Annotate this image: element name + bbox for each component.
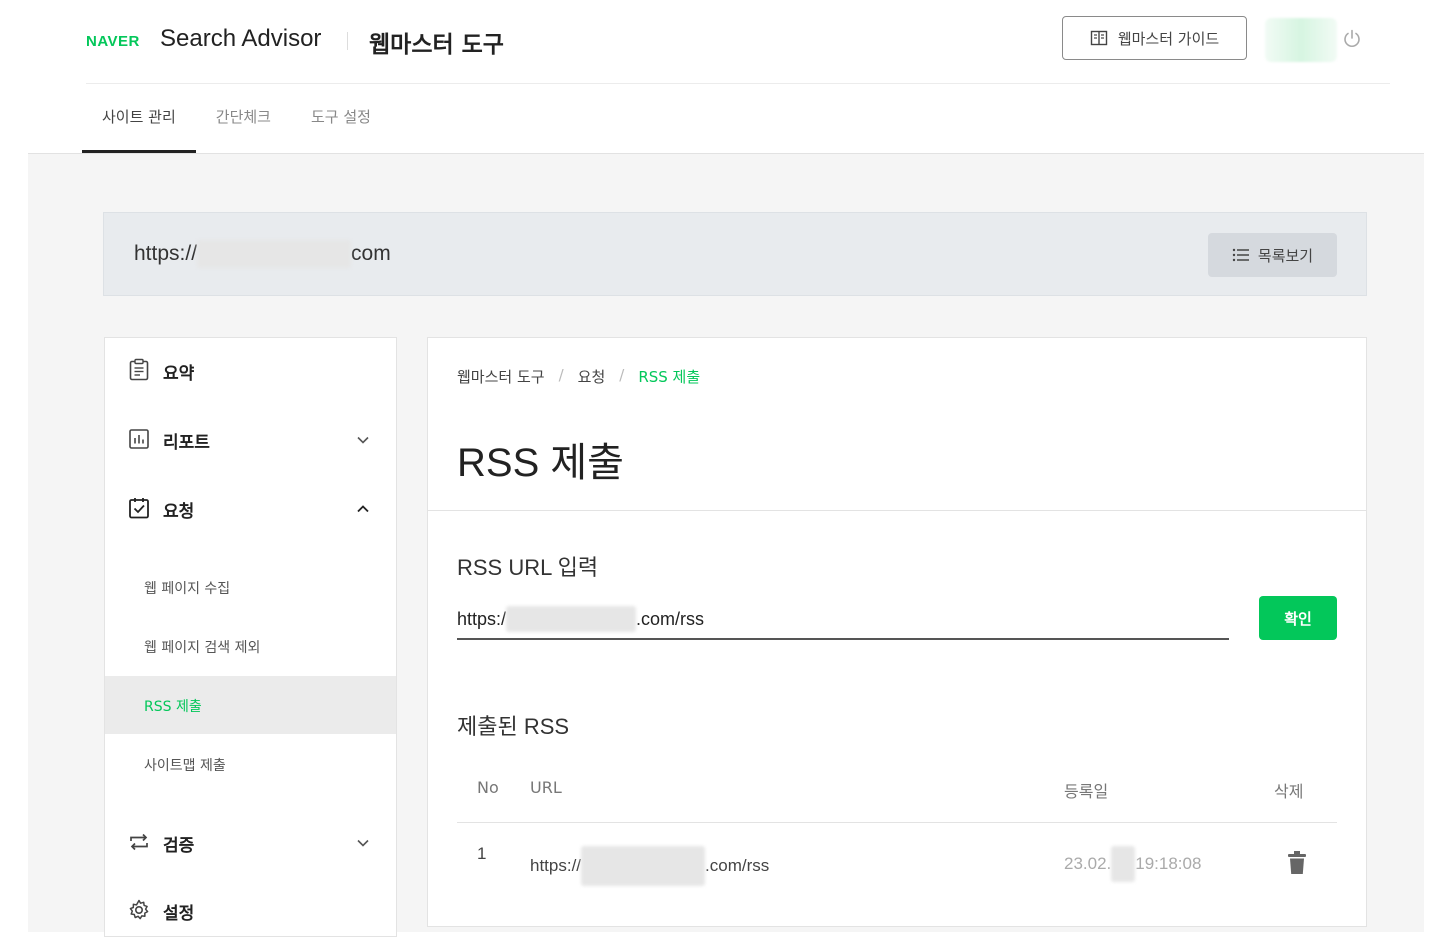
site-bar: https:// com 목록보기 (103, 212, 1367, 296)
list-icon (1232, 248, 1249, 262)
sidebar-item-label: 리포트 (163, 433, 210, 453)
book-icon (1090, 30, 1108, 46)
breadcrumb-separator: / (558, 366, 564, 384)
header: NAVER Search Advisor 웹마스터 도구 웹마스터 가이드 (86, 0, 1390, 84)
trash-icon[interactable] (1286, 850, 1308, 876)
row-url: https:// .com/rss (530, 846, 769, 886)
guide-label: 웹마스터 가이드 (1117, 29, 1220, 48)
sidebar: 요약 리포트 요청 웹 페이지 수집 웹 페이지 검색 제외 RSS 제출 사이… (104, 337, 397, 937)
column-header-url: URL (530, 778, 562, 797)
sidebar-item-label: 검증 (163, 836, 195, 856)
submitted-rss-heading: 제출된 RSS (457, 714, 570, 739)
rss-url-suffix: .com/rss (636, 608, 705, 629)
redacted-domain (197, 240, 352, 268)
breadcrumb: 웹마스터 도구 / 요청 / RSS 제출 (457, 366, 700, 387)
row-date-suffix: 19:18:08 (1135, 854, 1202, 873)
section-divider (428, 510, 1366, 511)
product-name[interactable]: Search Advisor (160, 25, 321, 53)
site-url-suffix: com (351, 242, 391, 265)
tab-bar: 사이트 관리 간단체크 도구 설정 (82, 83, 391, 153)
sidebar-item-summary[interactable]: 요약 (105, 346, 396, 396)
sidebar-item-label: 요청 (163, 502, 195, 522)
sidebar-item-settings[interactable]: 설정 (105, 886, 396, 936)
main-panel: 웹마스터 도구 / 요청 / RSS 제출 RSS 제출 RSS URL 입력 … (427, 337, 1367, 927)
tab-site-management[interactable]: 사이트 관리 (82, 83, 196, 153)
sidebar-subitem-label: 웹 페이지 검색 제외 (144, 640, 261, 656)
list-view-button[interactable]: 목록보기 (1208, 233, 1337, 277)
sidebar-item-verify[interactable]: 검증 (105, 818, 396, 868)
row-no: 1 (477, 844, 487, 863)
sidebar-subitem-label: RSS 제출 (144, 699, 202, 715)
table-row: 1 https:// .com/rss 23.02. 19:18:08 (457, 836, 1337, 892)
column-header-delete: 삭제 (1274, 782, 1304, 801)
sidebar-subitem-sitemap-submit[interactable]: 사이트맵 제출 (105, 735, 396, 793)
breadcrumb-item[interactable]: 요청 (578, 366, 606, 387)
site-url: https:// com (134, 240, 391, 268)
row-date: 23.02. 19:18:08 (1064, 846, 1201, 882)
sidebar-item-label: 설정 (163, 904, 195, 924)
rss-input-heading: RSS URL 입력 (457, 555, 599, 580)
tool-title[interactable]: 웹마스터 도구 (369, 25, 504, 59)
tab-tool-settings[interactable]: 도구 설정 (291, 83, 391, 153)
sidebar-subitem-web-page-exclude[interactable]: 웹 페이지 검색 제외 (105, 617, 396, 675)
document-icon (129, 358, 149, 381)
gear-icon (129, 899, 149, 920)
report-chart-icon (129, 429, 149, 449)
confirm-button[interactable]: 확인 (1259, 596, 1337, 640)
webmaster-guide-button[interactable]: 웹마스터 가이드 (1062, 16, 1247, 60)
rss-url-prefix: https:/ (457, 608, 507, 629)
chevron-down-icon[interactable] (355, 432, 371, 448)
breadcrumb-item[interactable]: 웹마스터 도구 (457, 366, 545, 387)
sidebar-item-request[interactable]: 요청 (105, 484, 396, 534)
breadcrumb-current: RSS 제출 (638, 368, 701, 386)
sidebar-subitem-rss-submit[interactable]: RSS 제출 (105, 676, 396, 734)
header-divider (347, 32, 348, 50)
repeat-icon (130, 833, 148, 851)
row-url-prefix: https:// (530, 856, 582, 875)
sidebar-subitem-web-page-collect[interactable]: 웹 페이지 수집 (105, 558, 396, 616)
sidebar-item-report[interactable]: 리포트 (105, 415, 396, 465)
row-url-suffix: .com/rss (705, 856, 770, 875)
page-title: RSS 제출 (457, 441, 624, 485)
breadcrumb-separator: / (619, 366, 625, 384)
power-icon[interactable] (1341, 28, 1363, 50)
redacted-domain (581, 846, 706, 886)
column-header-no: No (477, 778, 499, 797)
redacted-date (1111, 846, 1136, 882)
tab-quick-check[interactable]: 간단체크 (196, 83, 291, 153)
site-url-prefix: https:// (134, 242, 198, 265)
row-date-prefix: 23.02. (1064, 854, 1112, 873)
chevron-up-icon[interactable] (355, 501, 371, 517)
sidebar-item-label: 요약 (163, 364, 195, 384)
sidebar-subitem-label: 사이트맵 제출 (144, 758, 226, 774)
column-header-date: 등록일 (1064, 782, 1109, 801)
checkbox-clipboard-icon (129, 498, 149, 519)
chevron-down-icon[interactable] (355, 835, 371, 851)
list-view-label: 목록보기 (1257, 246, 1314, 265)
rss-url-input[interactable]: https:/ .com/rss (457, 600, 1229, 640)
table-header: No URL 등록일 삭제 (457, 770, 1337, 823)
redacted-domain (506, 606, 637, 632)
avatar[interactable] (1265, 18, 1337, 62)
sidebar-subitem-label: 웹 페이지 수집 (144, 581, 231, 597)
naver-logo[interactable]: NAVER (86, 33, 140, 50)
